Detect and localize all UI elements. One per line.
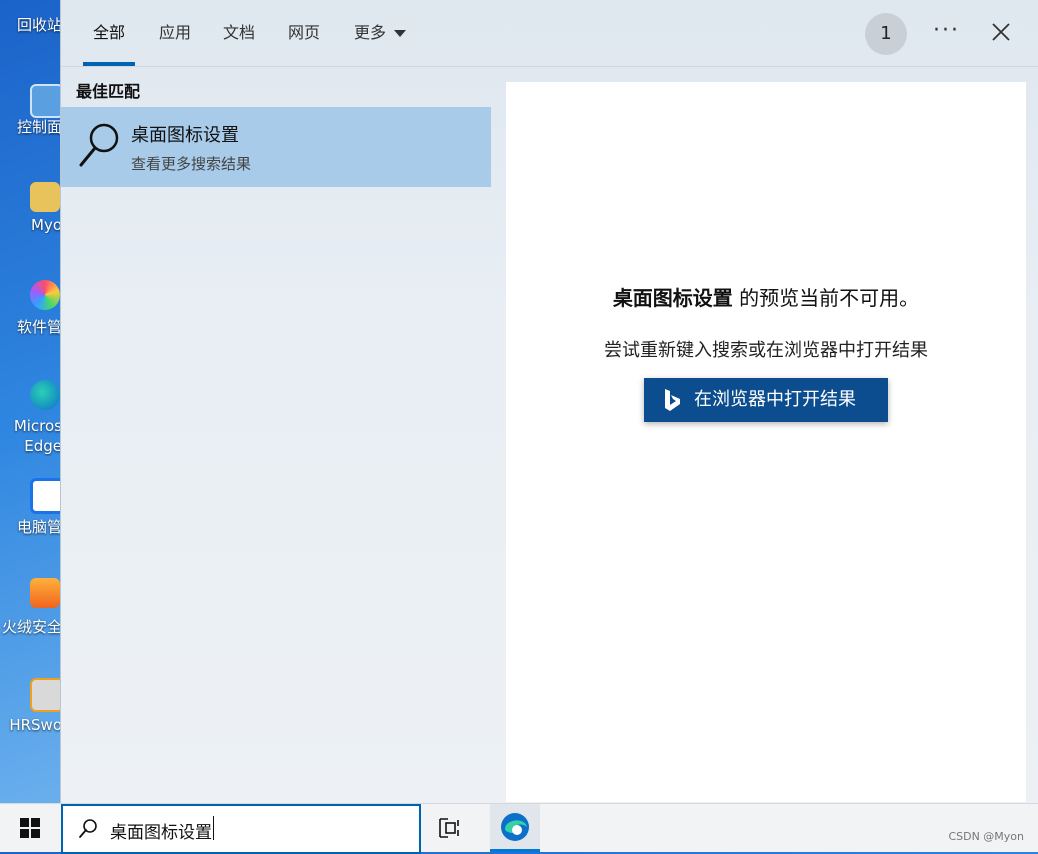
user-folder-icon xyxy=(30,182,60,212)
bing-icon xyxy=(665,389,680,411)
search-tabs: 全部 应用 文档 网页 更多 1 ··· xyxy=(61,0,1038,67)
taskbar: 桌面图标设置 CSDN @Myon⁠⁠ xyxy=(0,803,1038,854)
hrsword-icon xyxy=(30,678,64,712)
search-panel: 全部 应用 文档 网页 更多 1 ··· 最佳匹配 桌面图标设置 查看更多搜索结… xyxy=(60,0,1038,803)
best-match-heading: 最佳匹配 xyxy=(76,82,141,101)
desktop-icon-label: Myo xyxy=(31,216,62,234)
best-match-subtitle[interactable]: 查看更多搜索结果 xyxy=(131,153,251,174)
desktop-icon-label: 回收站 xyxy=(16,16,62,34)
desktop-icon-label: 电脑管 xyxy=(16,518,62,536)
huorong-icon xyxy=(30,578,60,608)
control-panel-icon xyxy=(30,84,64,118)
open-in-browser-label: 在浏览器中打开结果 xyxy=(694,389,856,410)
preview-pane: 桌面图标设置 的预览当前不可用。 尝试重新键入搜索或在浏览器中打开结果 在浏览器… xyxy=(506,82,1026,802)
desktop-icon-label: Micros Edge xyxy=(13,417,62,455)
open-in-browser-button[interactable]: 在浏览器中打开结果 xyxy=(644,378,888,422)
rewards-badge[interactable]: 1 xyxy=(865,13,907,55)
software-manager-icon xyxy=(30,280,60,310)
search-icon xyxy=(79,819,97,838)
chevron-down-icon xyxy=(394,30,406,37)
windows-start-icon[interactable] xyxy=(20,818,40,838)
more-options-icon[interactable]: ··· xyxy=(933,18,960,43)
close-icon[interactable] xyxy=(989,20,1013,44)
tab-more[interactable]: 更多 xyxy=(345,0,415,66)
preview-message-suffix: 的预览当前不可用。 xyxy=(732,286,920,310)
desktop-icon-label: 软件管 xyxy=(16,318,62,336)
tab-all[interactable]: 全部 xyxy=(83,0,135,66)
edge-icon xyxy=(501,813,529,841)
watermark: CSDN @Myon⁠⁠ xyxy=(948,830,1024,843)
task-view-icon[interactable] xyxy=(438,817,462,839)
edge-icon xyxy=(30,380,60,410)
search-input-value: 桌面图标设置 xyxy=(110,823,212,843)
preview-hint: 尝试重新键入搜索或在浏览器中打开结果 xyxy=(604,340,928,361)
desktop-icon-label: 控制面 xyxy=(16,118,62,136)
desktop: 回收站 控制面 Myo 软件管 Micros Edge 电脑管 火绒安全 HRS… xyxy=(0,0,66,803)
tab-documents[interactable]: 文档 xyxy=(213,0,265,66)
tab-apps[interactable]: 应用 xyxy=(149,0,201,66)
preview-term: 桌面图标设置 xyxy=(612,286,733,310)
taskbar-edge-button[interactable] xyxy=(490,804,540,852)
tab-more-label: 更多 xyxy=(353,23,386,42)
preview-message: 桌面图标设置 的预览当前不可用。 xyxy=(506,282,1026,311)
text-caret xyxy=(213,816,214,840)
taskbar-search-input[interactable]: 桌面图标设置 xyxy=(61,804,421,854)
best-match-result[interactable]: 桌面图标设置 查看更多搜索结果 xyxy=(61,107,491,187)
search-icon xyxy=(79,123,119,167)
tab-web[interactable]: 网页 xyxy=(278,0,330,66)
best-match-title: 桌面图标设置 xyxy=(131,125,239,146)
desktop-icon-label: 火绒安全 xyxy=(1,618,62,636)
desktop-icon-label: HRSwo xyxy=(9,716,62,734)
